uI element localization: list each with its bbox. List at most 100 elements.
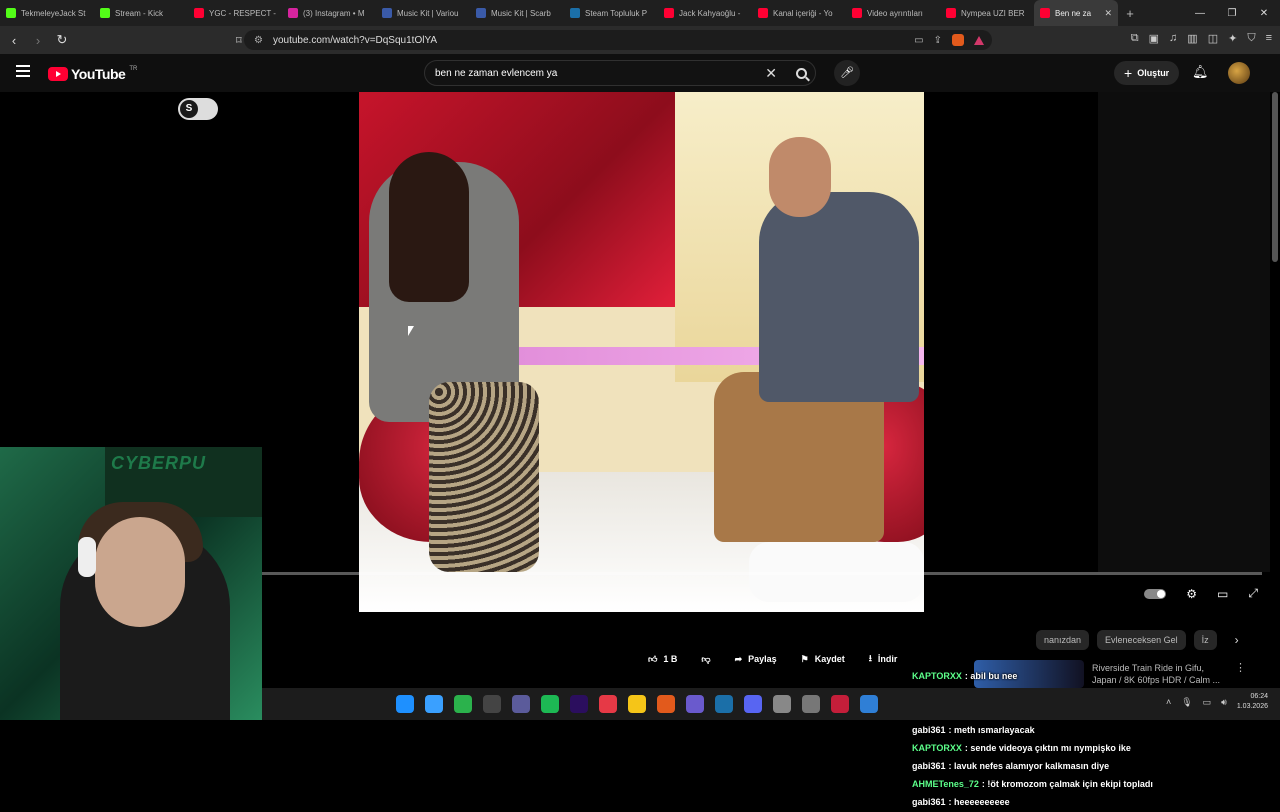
page-scrollbar[interactable] — [1272, 92, 1278, 262]
brave-rewards-icon[interactable] — [974, 35, 984, 45]
search-icon[interactable] — [796, 67, 807, 79]
tab-favicon-icon — [6, 8, 16, 18]
site-settings-icon[interactable]: ⚙ — [254, 35, 263, 46]
notifications-icon[interactable]: 🔔︎ — [1192, 64, 1209, 80]
browser-tab[interactable]: (3) Instagram • M — [282, 0, 376, 26]
like-button[interactable]: 👍︎ 1 B — [640, 646, 685, 672]
voice-search-icon[interactable]: 🎤︎ — [834, 60, 860, 86]
guide-menu-icon[interactable] — [16, 65, 30, 80]
chip-item[interactable]: İz — [1193, 630, 1217, 650]
save-button[interactable]: ⚑ Kaydet — [793, 646, 853, 672]
video-player[interactable] — [359, 92, 924, 612]
browser-tab[interactable]: Music Kit | Variou — [376, 0, 470, 26]
dislike-button[interactable]: 👎︎ — [693, 646, 718, 672]
media-icon[interactable]: ♫ — [1169, 32, 1177, 45]
chip-item[interactable]: nanızdan — [1036, 630, 1090, 650]
headset-icon — [78, 537, 96, 577]
clock-date: 1.03.2026 — [1236, 703, 1268, 710]
taskbar-app-icon[interactable] — [773, 695, 791, 713]
video-woman-legs — [429, 382, 539, 572]
taskbar-app-icon[interactable] — [860, 695, 878, 713]
search-query-text: ben ne zaman evlencem ya — [435, 67, 558, 79]
clock[interactable]: 06:24 1.03.2026 — [1237, 692, 1268, 712]
brave-shields-icon[interactable] — [952, 34, 964, 46]
secondary-column — [1098, 92, 1270, 572]
taskbar-app-icon[interactable] — [802, 695, 820, 713]
like-count: 1 B — [663, 654, 678, 664]
extensions-icon[interactable]: ⧉ — [1131, 32, 1139, 45]
reload-icon[interactable]: ↻ — [52, 32, 72, 48]
clear-search-icon[interactable]: ✕ — [765, 65, 777, 82]
browser-tab-strip: TekmeleyeJack St Stream - Kick YGC - RESPE… — [0, 0, 1280, 26]
fullscreen-icon[interactable]: ⤢ — [1248, 586, 1258, 601]
download-button[interactable]: ⭳ İndir — [861, 646, 906, 672]
window-controls: — ❐ ✕ — [1184, 0, 1280, 26]
tray-chevron-icon[interactable]: ˄ — [1166, 697, 1171, 707]
browser-tab[interactable]: TekmeleyeJack St — [0, 0, 94, 26]
browser-tab[interactable]: Steam Topluluk P — [564, 0, 658, 26]
taskbar-app-icon[interactable] — [831, 695, 849, 713]
shield-icon[interactable]: ⛉ — [1247, 32, 1255, 45]
taskbar-app-icon[interactable] — [425, 695, 443, 713]
mouse-cursor — [408, 326, 414, 336]
bookmark-icon[interactable]: ⌑ — [236, 34, 242, 47]
chevron-right-icon[interactable]: › — [1235, 633, 1239, 647]
extension-toggle[interactable]: S — [178, 98, 218, 120]
autoplay-toggle[interactable] — [1144, 588, 1167, 599]
wallet-icon[interactable]: ▣ — [1149, 32, 1159, 45]
chat-message: gabi361: meth ısmarlayacak — [912, 722, 1152, 740]
video-progress-bar[interactable] — [262, 572, 1262, 575]
settings-gear-icon[interactable]: ⚙ — [1186, 587, 1197, 601]
browser-tab[interactable]: Ben ne za ✕ — [1034, 0, 1118, 26]
search-input[interactable]: ben ne zaman evlencem ya ✕ — [424, 60, 816, 86]
mic-icon[interactable]: 🎙︎ — [1181, 697, 1192, 708]
browser-tab[interactable]: Jack Kahyaoğlu - — [658, 0, 752, 26]
os-taskbar: ˄ 🎙︎ ▭ 🔊︎ 06:24 1.03.2026 — [262, 688, 1280, 720]
sidebar-icon[interactable]: ▥ — [1187, 32, 1197, 45]
taskbar-app-icon[interactable] — [657, 695, 675, 713]
tab-label: Music Kit | Scarb — [491, 8, 551, 18]
browser-tab[interactable]: Stream - Kick — [94, 0, 188, 26]
taskbar-app-icon[interactable] — [570, 695, 588, 713]
browser-tab[interactable]: Music Kit | Scarb — [470, 0, 564, 26]
menu-icon[interactable]: ≡ — [1266, 32, 1272, 45]
share-page-icon[interactable]: ⇪ — [934, 35, 942, 46]
taskbar-app-icon[interactable] — [483, 695, 501, 713]
taskbar-app-icon[interactable] — [599, 695, 617, 713]
browser-tab[interactable]: Kanal içeriği - Yo — [752, 0, 846, 26]
taskbar-app-icon[interactable] — [512, 695, 530, 713]
taskbar-app-icon[interactable] — [628, 695, 646, 713]
video-man — [759, 192, 919, 402]
browser-tab[interactable]: YGC - RESPECT - — [188, 0, 282, 26]
browser-tab[interactable]: Nympea UZI BER — [940, 0, 1034, 26]
chip-item[interactable]: Evleneceksen Gel — [1097, 630, 1186, 650]
taskbar-app-icon[interactable] — [396, 695, 414, 713]
minimize-button[interactable]: — — [1184, 8, 1216, 19]
restore-button[interactable]: ❐ — [1216, 8, 1248, 19]
more-options-icon[interactable]: ⋮ — [1235, 662, 1246, 674]
tab-favicon-icon — [664, 8, 674, 18]
browser-tab[interactable]: Video ayrıntıları — [846, 0, 940, 26]
taskbar-app-icon[interactable] — [686, 695, 704, 713]
forward-icon[interactable]: › — [28, 33, 48, 48]
taskbar-app-icon[interactable] — [541, 695, 559, 713]
taskbar-app-icon[interactable] — [454, 695, 472, 713]
network-icon[interactable]: ▭ — [1203, 697, 1212, 708]
youtube-logo[interactable]: YouTube TR — [48, 66, 137, 82]
taskbar-app-icon[interactable] — [715, 695, 733, 713]
volume-icon[interactable]: 🔊︎ — [1221, 697, 1227, 708]
taskbar-app-icon[interactable] — [744, 695, 762, 713]
back-icon[interactable]: ‹ — [4, 33, 24, 48]
url-field[interactable]: ⌑ ⚙ youtube.com/watch?v=DqSqu1tOlYA ▭ ⇪ — [236, 30, 992, 50]
vpn-icon[interactable]: ◫ — [1208, 32, 1218, 45]
close-window-button[interactable]: ✕ — [1248, 8, 1280, 19]
theater-mode-icon[interactable]: ▭ — [1217, 587, 1228, 601]
create-button[interactable]: + Oluştur — [1114, 61, 1180, 85]
share-button[interactable]: ➦ Paylaş — [727, 646, 785, 672]
cast-icon[interactable]: ▭ — [914, 35, 923, 46]
close-tab-icon[interactable]: ✕ — [1104, 8, 1112, 19]
account-avatar[interactable] — [1228, 62, 1250, 84]
new-tab-button[interactable]: + — [1118, 6, 1142, 21]
leo-icon[interactable]: ✦ — [1228, 32, 1237, 45]
tab-label: TekmeleyeJack St — [21, 8, 86, 18]
